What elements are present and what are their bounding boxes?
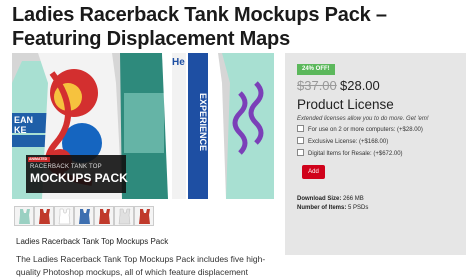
page-title: Ladies Racerback Tank Mockups Pack – Fea… bbox=[12, 4, 387, 50]
tank-top-thumbnail-icon bbox=[58, 208, 71, 225]
license-option-label: Exclusive License: (+$168.00) bbox=[308, 139, 389, 146]
description-body: The Ladies Racerback Tank Top Mockups Pa… bbox=[16, 254, 266, 277]
add-to-cart-button[interactable]: Add bbox=[302, 165, 325, 179]
license-option-label: Digital Items for Resale: (+$672.00) bbox=[308, 151, 403, 158]
number-of-items: Number of Items: 5 PSDs bbox=[297, 204, 368, 212]
checkbox[interactable] bbox=[297, 125, 304, 132]
license-option-multi-computer[interactable]: For use on 2 or more computers: (+$28.00… bbox=[297, 125, 423, 134]
license-option-resale[interactable]: Digital Items for Resale: (+$672.00) bbox=[297, 149, 403, 158]
tank-top-thumbnail-icon bbox=[139, 209, 150, 224]
download-size: Download Size: 266 MB bbox=[297, 195, 364, 203]
overlay-subtitle: RACERBACK TANK TOP bbox=[30, 164, 102, 170]
license-note: Extended licenses allow you to do more. … bbox=[297, 116, 429, 122]
tank-top-thumbnail-icon bbox=[118, 208, 131, 225]
right-tank-top bbox=[222, 53, 274, 199]
download-size-label: Download Size: bbox=[297, 196, 342, 202]
thumbnail-2[interactable] bbox=[34, 206, 54, 226]
num-items-value: 5 PSDs bbox=[348, 205, 369, 211]
thumbnail-6[interactable] bbox=[114, 206, 134, 226]
left-shirt-text: EAN KE bbox=[14, 115, 34, 135]
description-title: Ladies Racerback Tank Top Mockups Pack bbox=[16, 237, 169, 246]
checkbox[interactable] bbox=[297, 149, 304, 156]
discount-badge: 24% OFF! bbox=[297, 64, 335, 75]
overlay-title: MOCKUPS PACK bbox=[30, 171, 128, 185]
license-option-label: For use on 2 or more computers: (+$28.00… bbox=[308, 127, 423, 134]
download-size-value: 266 MB bbox=[343, 196, 364, 202]
purchase-panel: 24% OFF! $37.00 $28.00 Product License E… bbox=[285, 53, 466, 255]
cleveland-text: CLEVELAND EXPERIENCE bbox=[198, 93, 218, 152]
product-hero-image[interactable]: ANIMATED RACERBACK TANK TOP MOCKUPS PACK… bbox=[12, 53, 274, 199]
tank-top-thumbnail-icon bbox=[19, 209, 30, 224]
tank-top-thumbnail-icon bbox=[99, 209, 110, 224]
thumbnail-3[interactable] bbox=[54, 206, 74, 226]
thumbnail-5[interactable] bbox=[94, 206, 114, 226]
old-price: $37.00 bbox=[297, 78, 337, 93]
thumbnail-7[interactable] bbox=[134, 206, 154, 226]
small-shirt-text: He bbox=[172, 57, 185, 68]
checkbox[interactable] bbox=[297, 137, 304, 144]
license-title: Product License bbox=[297, 97, 394, 112]
animated-tag: ANIMATED bbox=[29, 157, 48, 161]
thumbnail-1[interactable] bbox=[14, 206, 34, 226]
tank-top-thumbnail-icon bbox=[39, 209, 50, 224]
current-price: $28.00 bbox=[340, 78, 380, 93]
thumbnail-4[interactable] bbox=[74, 206, 94, 226]
num-items-label: Number of Items: bbox=[297, 205, 347, 211]
tank-top-thumbnail-icon bbox=[79, 209, 90, 224]
license-option-exclusive[interactable]: Exclusive License: (+$168.00) bbox=[297, 137, 389, 146]
